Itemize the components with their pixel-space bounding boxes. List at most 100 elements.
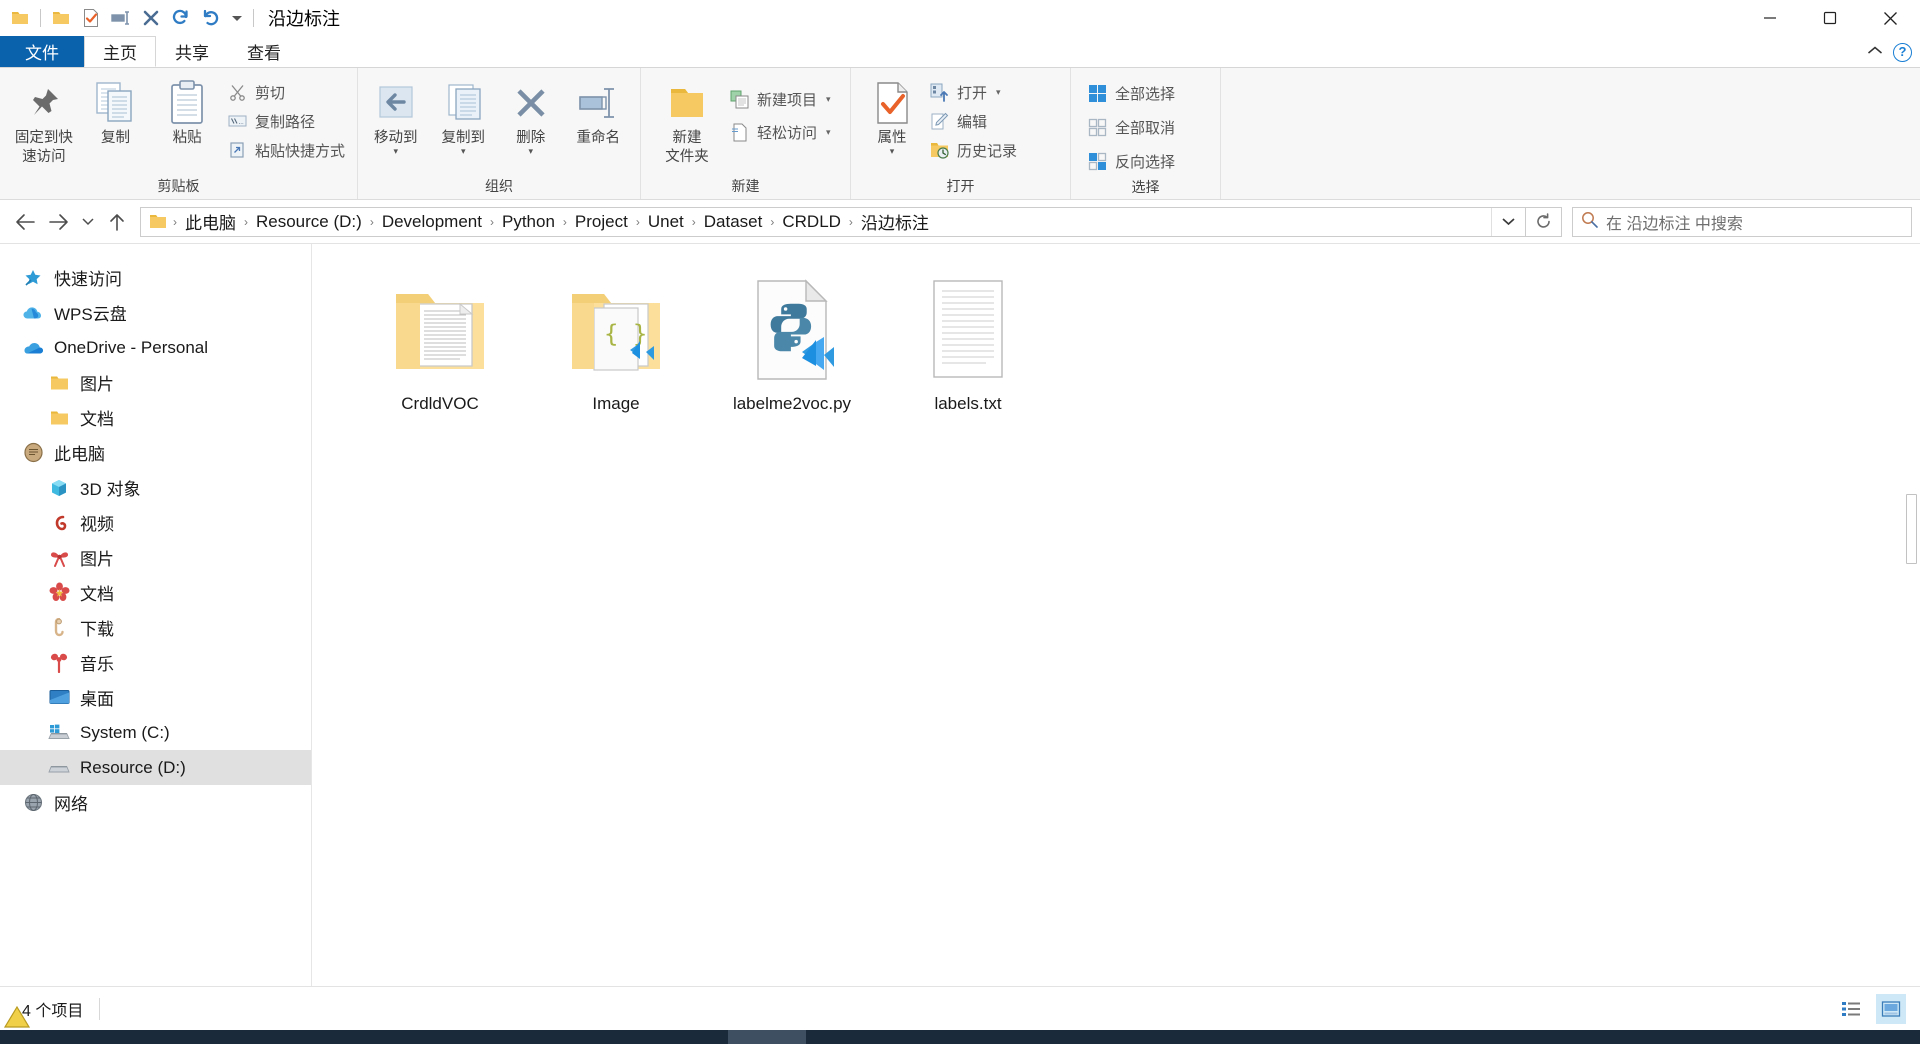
delete-icon[interactable]: [137, 4, 165, 32]
paste-shortcut-button[interactable]: 粘贴快捷方式: [223, 137, 349, 163]
paste-button[interactable]: 粘贴: [151, 74, 223, 147]
taskbar-active-item[interactable]: [728, 1030, 806, 1044]
up-button[interactable]: [100, 205, 134, 239]
scrollbar-thumb[interactable]: [1906, 494, 1917, 564]
sidebar-item-3d-objects[interactable]: 3D 对象: [0, 470, 311, 505]
easy-access-caret-icon[interactable]: ▾: [826, 127, 831, 138]
properties-caret-icon[interactable]: ▾: [890, 147, 895, 156]
sidebar-item-quick-access[interactable]: 快速访问: [0, 260, 311, 295]
breadcrumb-item-4[interactable]: Project: [569, 212, 634, 232]
search-input[interactable]: 在 沿边标注 中搜索: [1606, 210, 1743, 234]
rename-button[interactable]: 重命名: [565, 74, 633, 147]
file-item[interactable]: labels.txt: [880, 266, 1056, 452]
breadcrumb-separator: ›: [848, 214, 853, 229]
copy-to-button[interactable]: 复制到 ▾: [430, 74, 498, 156]
history-button[interactable]: 历史记录: [925, 137, 1021, 163]
sidebar-item-documents[interactable]: 文档: [0, 575, 311, 610]
redo-icon[interactable]: [167, 4, 195, 32]
delete-button[interactable]: 删除 ▾: [497, 74, 565, 156]
tab-share[interactable]: 共享: [156, 36, 228, 67]
tab-file[interactable]: 文件: [0, 36, 84, 67]
breadcrumb-item-7[interactable]: CRDLD: [776, 212, 847, 232]
tab-home[interactable]: 主页: [84, 36, 156, 67]
new-item-button[interactable]: 新建项目 ▾: [725, 86, 835, 112]
breadcrumb-item-2[interactable]: Development: [376, 212, 488, 232]
minimize-button[interactable]: [1740, 0, 1800, 36]
search-box[interactable]: 在 沿边标注 中搜索: [1572, 206, 1912, 237]
ribbon-tab-strip[interactable]: 文件 主页 共享 查看 ?: [0, 36, 1920, 68]
select-none-button[interactable]: 全部取消: [1083, 114, 1179, 140]
collapse-ribbon-icon[interactable]: [1867, 43, 1883, 61]
quick-access-toolbar[interactable]: [6, 0, 258, 36]
back-button[interactable]: [8, 205, 42, 239]
help-icon[interactable]: ?: [1893, 42, 1912, 62]
window-controls[interactable]: [1740, 0, 1920, 36]
details-view-button[interactable]: [1836, 994, 1866, 1024]
sidebar-item-this-pc[interactable]: 此电脑: [0, 435, 311, 470]
quick-access-dropdown-icon[interactable]: [227, 4, 247, 32]
undo-icon[interactable]: [197, 4, 225, 32]
delete-caret-icon[interactable]: ▾: [528, 147, 533, 156]
copy-button[interactable]: 复制: [80, 74, 152, 147]
select-all-button[interactable]: 全部选择: [1083, 80, 1179, 106]
breadcrumb[interactable]: › 此电脑 › Resource (D:) › Development › Py…: [171, 209, 1491, 234]
sidebar-item-network[interactable]: 网络: [0, 785, 311, 820]
forward-button[interactable]: [42, 205, 76, 239]
large-icons-view-button[interactable]: [1876, 994, 1906, 1024]
properties-icon[interactable]: [77, 4, 105, 32]
open-caret-icon[interactable]: ▾: [996, 87, 1001, 98]
view-mode-buttons[interactable]: [1836, 987, 1906, 1031]
new-folder-button[interactable]: 新建 文件夹: [649, 74, 725, 166]
copy-path-button[interactable]: 复制路径: [223, 108, 349, 134]
folder-icon[interactable]: [6, 4, 34, 32]
sidebar-item-resource-d[interactable]: Resource (D:): [0, 750, 311, 785]
sidebar-item-videos[interactable]: 视频: [0, 505, 311, 540]
pin-to-quick-access-button[interactable]: 固定到快 速访问: [8, 74, 80, 166]
recent-locations-button[interactable]: [76, 205, 100, 239]
move-to-caret-icon[interactable]: ▾: [393, 147, 398, 156]
sidebar-item-onedrive-documents[interactable]: 文档: [0, 400, 311, 435]
breadcrumb-item-0[interactable]: 此电脑: [179, 209, 242, 234]
sidebar-item-downloads[interactable]: 下载: [0, 610, 311, 645]
new-item-label: 新建项目: [757, 91, 818, 109]
rename-icon[interactable]: [107, 4, 135, 32]
breadcrumb-item-5[interactable]: Unet: [642, 212, 690, 232]
sidebar-label: OneDrive - Personal: [54, 337, 209, 357]
file-list-pane[interactable]: CrdldVOC { } Image labelme2voc.py labels…: [312, 244, 1920, 986]
sidebar-item-onedrive[interactable]: OneDrive - Personal: [0, 330, 311, 365]
move-to-button[interactable]: 移动到 ▾: [362, 74, 430, 156]
file-item[interactable]: { } Image: [528, 266, 704, 452]
file-item[interactable]: labelme2voc.py: [704, 266, 880, 452]
invert-selection-button[interactable]: 反向选择: [1083, 148, 1179, 174]
sidebar-item-music[interactable]: 音乐: [0, 645, 311, 680]
sidebar-item-pictures[interactable]: 图片: [0, 540, 311, 575]
navigation-pane[interactable]: 快速访问 WPS云盘 OneDrive - Personal 图片 文档 此电脑…: [0, 244, 312, 986]
breadcrumb-bar[interactable]: › 此电脑 › Resource (D:) › Development › Py…: [140, 206, 1526, 237]
properties-button[interactable]: 属性 ▾: [859, 74, 925, 156]
sidebar-item-onedrive-pictures[interactable]: 图片: [0, 365, 311, 400]
breadcrumb-item-1[interactable]: Resource (D:): [250, 212, 368, 232]
ribbon-controls[interactable]: ?: [1867, 36, 1912, 68]
copy-to-caret-icon[interactable]: ▾: [461, 147, 466, 156]
sidebar-item-system-c[interactable]: System (C:): [0, 715, 311, 750]
breadcrumb-item-8[interactable]: 沿边标注: [855, 209, 935, 234]
cut-button[interactable]: 剪切: [223, 79, 349, 105]
new-item-caret-icon[interactable]: ▾: [826, 94, 831, 105]
file-pane-scrollbar[interactable]: [1903, 244, 1920, 986]
edit-button[interactable]: 编辑: [925, 108, 1021, 134]
close-button[interactable]: [1860, 0, 1920, 36]
breadcrumb-item-6[interactable]: Dataset: [698, 212, 769, 232]
sidebar-label: 图片: [80, 375, 114, 394]
file-item[interactable]: CrdldVOC: [352, 266, 528, 452]
breadcrumb-dropdown-icon[interactable]: [1491, 207, 1525, 236]
sidebar-item-wps-cloud[interactable]: WPS云盘: [0, 295, 311, 330]
open-button[interactable]: 打开 ▾: [925, 79, 1021, 105]
tab-view[interactable]: 查看: [228, 36, 300, 67]
breadcrumb-item-3[interactable]: Python: [496, 212, 561, 232]
easy-access-button[interactable]: 轻松访问 ▾: [725, 119, 835, 145]
refresh-button[interactable]: [1526, 206, 1562, 237]
properties-folder-icon[interactable]: [47, 4, 75, 32]
explorer-content: 快速访问 WPS云盘 OneDrive - Personal 图片 文档 此电脑…: [0, 244, 1920, 986]
sidebar-item-desktop[interactable]: 桌面: [0, 680, 311, 715]
maximize-button[interactable]: [1800, 0, 1860, 36]
